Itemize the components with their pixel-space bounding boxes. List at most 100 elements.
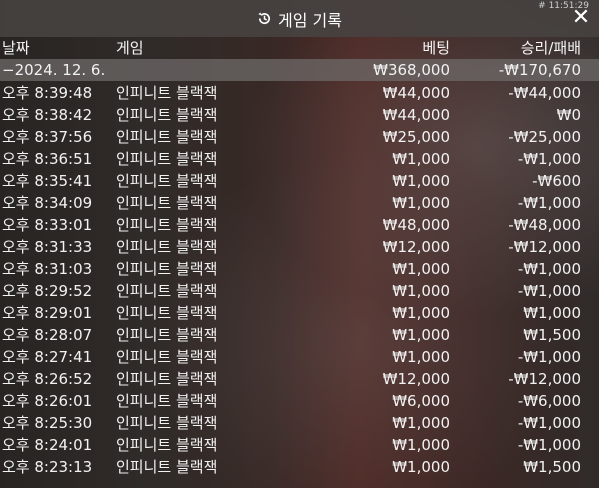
row-game: 인피니트 블랙잭 xyxy=(116,106,218,124)
row-result: -₩1,000 xyxy=(517,414,581,432)
row-time: 오후 8:25:30 xyxy=(2,414,93,432)
table-row[interactable]: 오후 8:37:56 인피니트 블랙잭 ₩25,000 -₩25,000 xyxy=(0,126,599,148)
row-bet: ₩1,000 xyxy=(392,260,450,278)
table-row[interactable]: 오후 8:27:41 인피니트 블랙잭 ₩1,000 -₩1,000 xyxy=(0,346,599,368)
row-game: 인피니트 블랙잭 xyxy=(116,238,218,256)
row-result: -₩1,000 xyxy=(517,348,581,366)
table-row[interactable]: 오후 8:29:01 인피니트 블랙잭 ₩1,000 ₩1,000 xyxy=(0,302,599,324)
row-game: 인피니트 블랙잭 xyxy=(116,282,218,300)
history-icon xyxy=(257,11,272,26)
table-row[interactable]: 오후 8:31:33 인피니트 블랙잭 ₩12,000 -₩12,000 xyxy=(0,236,599,258)
row-game: 인피니트 블랙잭 xyxy=(116,172,218,190)
row-game: 인피니트 블랙잭 xyxy=(116,260,218,278)
table-row[interactable]: 오후 8:38:42 인피니트 블랙잭 ₩44,000 ₩0 xyxy=(0,104,599,126)
header-bet: 베팅 xyxy=(422,39,450,57)
row-result: -₩44,000 xyxy=(508,84,581,102)
table-row[interactable]: 오후 8:33:01 인피니트 블랙잭 ₩48,000 -₩48,000 xyxy=(0,214,599,236)
page-title: 게임 기록 xyxy=(278,10,342,30)
table-row[interactable]: 오후 8:34:09 인피니트 블랙잭 ₩1,000 -₩1,000 xyxy=(0,192,599,214)
row-time: 오후 8:37:56 xyxy=(2,128,93,146)
table-row[interactable]: 오후 8:29:52 인피니트 블랙잭 ₩1,000 -₩1,000 xyxy=(0,280,599,302)
row-game: 인피니트 블랙잭 xyxy=(116,128,218,146)
table-header: 날짜 게임 베팅 승리/패배 xyxy=(0,37,599,59)
row-game: 인피니트 블랙잭 xyxy=(116,414,218,432)
row-bet: ₩1,000 xyxy=(392,194,450,212)
row-result: ₩1,500 xyxy=(523,458,581,476)
row-bet: ₩1,000 xyxy=(392,282,450,300)
row-game: 인피니트 블랙잭 xyxy=(116,84,218,102)
row-bet: ₩1,000 xyxy=(392,326,450,344)
header-game: 게임 xyxy=(116,39,144,57)
table-row[interactable]: 오후 8:24:01 인피니트 블랙잭 ₩1,000 -₩1,000 xyxy=(0,434,599,456)
row-time: 오후 8:29:01 xyxy=(2,304,93,322)
row-time: 오후 8:38:42 xyxy=(2,106,93,124)
row-bet: ₩1,000 xyxy=(392,414,450,432)
table-row[interactable]: 오후 8:39:48 인피니트 블랙잭 ₩44,000 -₩44,000 xyxy=(0,82,599,104)
row-bet: ₩25,000 xyxy=(382,128,450,146)
title-bar: 게임 기록 # 11:51:29 ✕ xyxy=(0,0,599,37)
header-date: 날짜 xyxy=(2,39,30,57)
row-result: ₩1,000 xyxy=(523,304,581,322)
row-game: 인피니트 블랙잭 xyxy=(116,458,218,476)
row-time: 오후 8:24:01 xyxy=(2,436,93,454)
row-game: 인피니트 블랙잭 xyxy=(116,436,218,454)
table-row[interactable]: 오후 8:36:51 인피니트 블랙잭 ₩1,000 -₩1,000 xyxy=(0,148,599,170)
table-row[interactable]: 오후 8:25:30 인피니트 블랙잭 ₩1,000 -₩1,000 xyxy=(0,412,599,434)
row-result: -₩1,000 xyxy=(517,260,581,278)
row-game: 인피니트 블랙잭 xyxy=(116,194,218,212)
table-row[interactable]: 오후 8:26:01 인피니트 블랙잭 ₩6,000 -₩6,000 xyxy=(0,390,599,412)
row-time: 오후 8:31:03 xyxy=(2,260,93,278)
row-time: 오후 8:36:51 xyxy=(2,150,93,168)
row-bet: ₩44,000 xyxy=(382,106,450,124)
row-time: 오후 8:33:01 xyxy=(2,216,93,234)
row-bet: ₩1,000 xyxy=(392,348,450,366)
row-bet: ₩1,000 xyxy=(392,436,450,454)
row-result: -₩48,000 xyxy=(508,216,581,234)
row-bet: ₩1,000 xyxy=(392,150,450,168)
row-bet: ₩48,000 xyxy=(382,216,450,234)
row-bet: ₩44,000 xyxy=(382,84,450,102)
title-group: 게임 기록 xyxy=(257,7,342,31)
row-result: -₩600 xyxy=(532,172,581,190)
row-result: -₩1,000 xyxy=(517,150,581,168)
row-bet: ₩6,000 xyxy=(392,392,450,410)
summary-bet: ₩368,000 xyxy=(373,61,450,79)
row-game: 인피니트 블랙잭 xyxy=(116,348,218,366)
row-game: 인피니트 블랙잭 xyxy=(116,370,218,388)
row-game: 인피니트 블랙잭 xyxy=(116,216,218,234)
table-row[interactable]: 오후 8:31:03 인피니트 블랙잭 ₩1,000 -₩1,000 xyxy=(0,258,599,280)
row-time: 오후 8:39:48 xyxy=(2,84,93,102)
row-game: 인피니트 블랙잭 xyxy=(116,392,218,410)
row-time: 오후 8:29:52 xyxy=(2,282,93,300)
row-result: -₩12,000 xyxy=(508,238,581,256)
header-win-loss: 승리/패배 xyxy=(520,39,581,57)
row-result: -₩12,000 xyxy=(508,370,581,388)
close-icon[interactable]: ✕ xyxy=(571,7,591,29)
row-result: -₩6,000 xyxy=(517,392,581,410)
table-row[interactable]: 오후 8:35:41 인피니트 블랙잭 ₩1,000 -₩600 xyxy=(0,170,599,192)
row-result: -₩1,000 xyxy=(517,194,581,212)
row-game: 인피니트 블랙잭 xyxy=(116,326,218,344)
row-time: 오후 8:26:52 xyxy=(2,370,93,388)
row-bet: ₩12,000 xyxy=(382,370,450,388)
table-row[interactable]: 오후 8:26:52 인피니트 블랙잭 ₩12,000 -₩12,000 xyxy=(0,368,599,390)
row-time: 오후 8:23:13 xyxy=(2,458,93,476)
row-bet: ₩1,000 xyxy=(392,172,450,190)
row-result: -₩25,000 xyxy=(508,128,581,146)
row-time: 오후 8:27:41 xyxy=(2,348,93,366)
table-row[interactable]: 오후 8:23:13 인피니트 블랙잭 ₩1,000 ₩1,500 xyxy=(0,456,599,478)
row-game: 인피니트 블랙잭 xyxy=(116,304,218,322)
row-result: ₩0 xyxy=(556,106,581,124)
date-summary-row[interactable]: −2024. 12. 6. ₩368,000 -₩170,670 xyxy=(0,59,599,81)
row-time: 오후 8:35:41 xyxy=(2,172,93,190)
row-bet: ₩1,000 xyxy=(392,458,450,476)
summary-win-loss: -₩170,670 xyxy=(498,61,581,79)
row-time: 오후 8:28:07 xyxy=(2,326,93,344)
row-time: 오후 8:34:09 xyxy=(2,194,93,212)
row-result: -₩1,000 xyxy=(517,282,581,300)
summary-date: −2024. 12. 6. xyxy=(2,61,106,79)
row-time: 오후 8:26:01 xyxy=(2,392,93,410)
table-row[interactable]: 오후 8:28:07 인피니트 블랙잭 ₩1,000 ₩1,500 xyxy=(0,324,599,346)
row-game: 인피니트 블랙잭 xyxy=(116,150,218,168)
row-result: ₩1,500 xyxy=(523,326,581,344)
